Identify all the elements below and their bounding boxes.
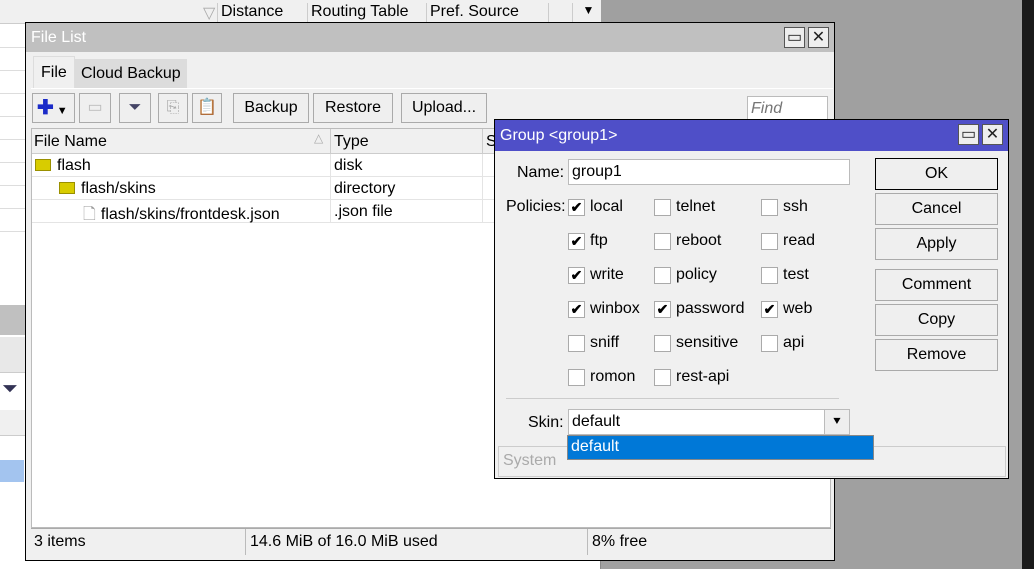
policy-label: rest-api bbox=[676, 368, 730, 385]
policy-checkbox[interactable] bbox=[654, 335, 671, 352]
filter-icon: ⏷ bbox=[128, 99, 142, 116]
maximize-button[interactable]: ▭ bbox=[784, 27, 805, 48]
policy-label: test bbox=[783, 266, 809, 283]
paste-icon: 📋 bbox=[197, 99, 217, 116]
name-input[interactable] bbox=[568, 159, 850, 185]
policy-checkbox[interactable] bbox=[654, 369, 671, 386]
policy-label: ssh bbox=[783, 198, 808, 215]
upload-button[interactable]: Upload... bbox=[401, 93, 487, 123]
copy-button[interactable]: Copy bbox=[875, 304, 998, 336]
plus-icon: ✚ bbox=[37, 97, 54, 119]
file-icon: 🗋 bbox=[83, 206, 96, 223]
folder-icon bbox=[59, 182, 75, 194]
sort-icon: ▽ bbox=[203, 5, 216, 22]
column-menu-button[interactable]: ▼ bbox=[572, 3, 601, 23]
chevron-down-icon: ▼ bbox=[56, 105, 68, 117]
policy-checkbox[interactable]: ✔ bbox=[761, 301, 778, 318]
column-routing-table[interactable]: Routing Table bbox=[307, 3, 409, 23]
file-name: flash bbox=[57, 157, 91, 174]
window-title: File List bbox=[31, 29, 87, 46]
file-list-titlebar[interactable]: File List bbox=[26, 23, 834, 52]
policy-label: policy bbox=[676, 266, 717, 283]
policy-checkbox[interactable] bbox=[568, 335, 585, 352]
policy-label: write bbox=[590, 266, 624, 283]
status-free: 8% free bbox=[587, 529, 651, 555]
policy-label: ftp bbox=[590, 232, 608, 249]
policy-label: sniff bbox=[590, 334, 620, 351]
policy-label: winbox bbox=[590, 300, 640, 317]
column-type[interactable]: Type bbox=[330, 129, 372, 154]
policy-label: password bbox=[676, 300, 745, 317]
close-button[interactable]: ✕ bbox=[808, 27, 829, 48]
policy-checkbox[interactable] bbox=[761, 233, 778, 250]
desktop-edge bbox=[1022, 0, 1034, 569]
skin-label: Skin: bbox=[528, 414, 564, 431]
tab-file[interactable]: File bbox=[33, 56, 75, 88]
file-type: disk bbox=[334, 157, 363, 174]
column-distance[interactable]: Distance bbox=[217, 3, 283, 23]
policy-checkbox[interactable] bbox=[654, 233, 671, 250]
policy-label: local bbox=[590, 198, 623, 215]
column-file-name[interactable]: File Name bbox=[34, 133, 107, 151]
maximize-button[interactable]: ▭ bbox=[958, 124, 979, 145]
ok-button[interactable]: OK bbox=[875, 158, 998, 190]
sort-asc-icon: △ bbox=[314, 131, 324, 145]
backup-button[interactable]: Backup bbox=[233, 93, 309, 123]
add-button[interactable]: ✚ ▼ bbox=[32, 93, 75, 123]
status-bar: 3 items 14.6 MiB of 16.0 MiB used 8% fre… bbox=[31, 528, 831, 555]
copy-icon: ⎘ bbox=[166, 99, 180, 116]
dialog-title: Group <group1> bbox=[500, 127, 618, 144]
cancel-button[interactable]: Cancel bbox=[875, 193, 998, 225]
skin-value: default bbox=[572, 413, 621, 430]
file-name: flash/skins bbox=[81, 180, 156, 197]
paste-button[interactable]: 📋 bbox=[192, 93, 222, 123]
tab-cloud-backup[interactable]: Cloud Backup bbox=[75, 59, 187, 88]
selected-row[interactable] bbox=[0, 460, 24, 482]
policy-checkbox[interactable]: ✔ bbox=[568, 199, 585, 216]
policy-checkbox[interactable] bbox=[654, 199, 671, 216]
skin-select[interactable]: default ⯆ bbox=[568, 409, 850, 435]
policy-checkbox[interactable] bbox=[654, 267, 671, 284]
filter-button[interactable]: ⏷ bbox=[119, 93, 151, 123]
filter-icon[interactable]: ⏷ bbox=[2, 378, 18, 401]
copy-button[interactable]: ⎘ bbox=[158, 93, 188, 123]
folder-icon bbox=[35, 159, 51, 171]
policy-label: web bbox=[783, 300, 813, 317]
policy-checkbox[interactable]: ✔ bbox=[568, 233, 585, 250]
apply-button[interactable]: Apply bbox=[875, 228, 998, 260]
name-label: Name: bbox=[517, 164, 565, 181]
group-dialog: Group <group1> ▭ ✕ Name: Policies: ✔ loca… bbox=[494, 119, 1009, 479]
status-used: 14.6 MiB of 16.0 MiB used bbox=[245, 529, 442, 555]
policies-label: Policies: bbox=[506, 198, 566, 215]
policy-checkbox[interactable] bbox=[761, 199, 778, 216]
group-dialog-titlebar[interactable]: Group <group1> bbox=[495, 120, 1008, 151]
remove-button[interactable]: ▭ bbox=[79, 93, 111, 123]
restore-button[interactable]: Restore bbox=[313, 93, 393, 123]
policy-checkbox[interactable]: ✔ bbox=[654, 301, 671, 318]
remove-button[interactable]: Remove bbox=[875, 339, 998, 371]
comment-button[interactable]: Comment bbox=[875, 269, 998, 301]
background-table-header: ▽ Distance Routing Table Pref. Source ▼ bbox=[0, 0, 601, 24]
file-type: directory bbox=[334, 180, 396, 197]
policy-label: sensitive bbox=[676, 334, 739, 351]
policy-label: api bbox=[783, 334, 805, 351]
minus-icon: ▭ bbox=[87, 99, 103, 116]
file-name: flash/skins/frontdesk.json bbox=[100, 206, 280, 223]
close-button[interactable]: ✕ bbox=[982, 124, 1003, 145]
policy-checkbox[interactable] bbox=[568, 369, 585, 386]
policy-label: read bbox=[783, 232, 816, 249]
policy-checkbox[interactable]: ✔ bbox=[568, 267, 585, 284]
policy-checkbox[interactable] bbox=[761, 267, 778, 284]
file-type: .json file bbox=[334, 203, 393, 220]
status-items: 3 items bbox=[34, 533, 86, 550]
skin-option-default[interactable]: default bbox=[567, 435, 874, 460]
policy-label: reboot bbox=[676, 232, 722, 249]
policy-checkbox[interactable]: ✔ bbox=[568, 301, 585, 318]
dropdown-arrow-icon[interactable]: ⯆ bbox=[824, 410, 849, 434]
policy-label: romon bbox=[590, 368, 636, 385]
policy-label: telnet bbox=[676, 198, 716, 215]
column-pref-source[interactable]: Pref. Source bbox=[426, 3, 519, 23]
policy-checkbox[interactable] bbox=[761, 335, 778, 352]
